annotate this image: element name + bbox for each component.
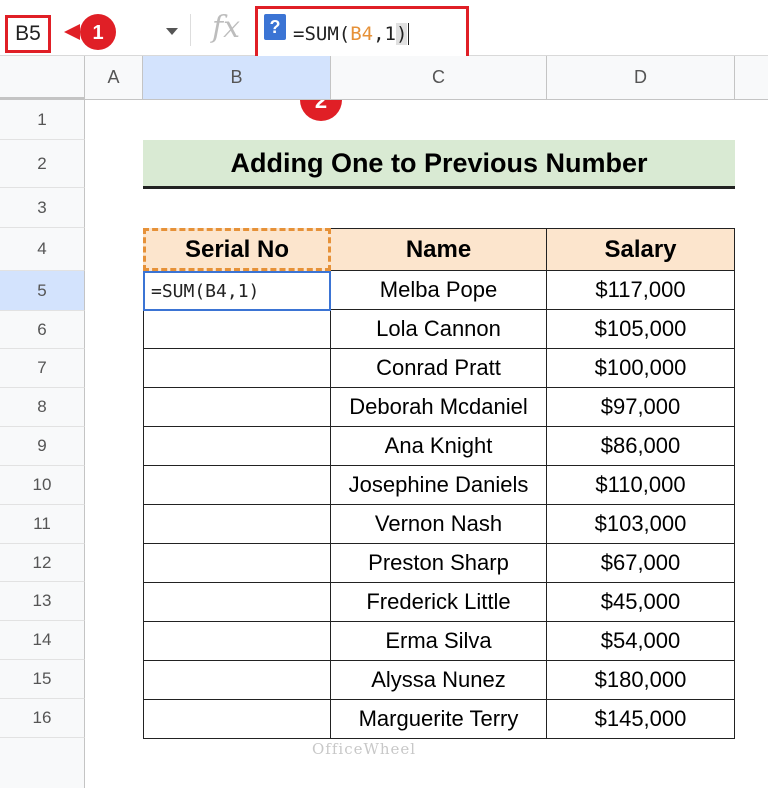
serial-cell[interactable]: [143, 310, 331, 349]
salary-cell[interactable]: $145,000: [547, 700, 735, 739]
name-cell[interactable]: Ana Knight: [331, 427, 547, 466]
salary-cell[interactable]: $117,000: [547, 271, 735, 310]
salary-cell[interactable]: $180,000: [547, 661, 735, 700]
row-header-filler: [0, 738, 85, 788]
row-header-9[interactable]: 9: [0, 427, 85, 466]
serial-cell[interactable]: [143, 466, 331, 505]
name-cell[interactable]: Preston Sharp: [331, 544, 547, 583]
text-cursor: ​: [408, 23, 410, 45]
name-box[interactable]: B5: [5, 15, 51, 53]
row-header-13[interactable]: 13: [0, 582, 85, 621]
serial-cell[interactable]: [143, 661, 331, 700]
formula-separator: ,1: [373, 23, 396, 45]
name-cell[interactable]: Marguerite Terry: [331, 700, 547, 739]
salary-cell[interactable]: $97,000: [547, 388, 735, 427]
header-salary[interactable]: Salary: [547, 228, 735, 271]
salary-cell[interactable]: $110,000: [547, 466, 735, 505]
column-header-e[interactable]: [735, 56, 768, 100]
row-header-14[interactable]: 14: [0, 621, 85, 660]
divider: [190, 14, 191, 46]
name-cell[interactable]: Lola Cannon: [331, 310, 547, 349]
row-header-16[interactable]: 16: [0, 699, 85, 738]
serial-cell[interactable]: [143, 505, 331, 544]
header-name[interactable]: Name: [331, 228, 547, 271]
formula-prefix: =SUM(: [293, 23, 351, 45]
formula-reference: B4: [350, 23, 374, 45]
callout-1-badge: 1: [64, 14, 116, 50]
serial-cell[interactable]: [143, 622, 331, 661]
row-header-15[interactable]: 15: [0, 660, 85, 699]
name-cell[interactable]: Melba Pope: [331, 271, 547, 310]
sheet-title: Adding One to Previous Number: [143, 140, 735, 189]
salary-cell[interactable]: $105,000: [547, 310, 735, 349]
name-box-dropdown-icon[interactable]: [166, 28, 178, 35]
row-header-7[interactable]: 7: [0, 349, 85, 388]
row-header-1[interactable]: 1: [0, 100, 85, 140]
serial-cell[interactable]: [143, 700, 331, 739]
name-cell[interactable]: Josephine Daniels: [331, 466, 547, 505]
fx-icon: fx: [212, 10, 241, 45]
salary-cell[interactable]: $67,000: [547, 544, 735, 583]
salary-cell[interactable]: $45,000: [547, 583, 735, 622]
column-header-c[interactable]: C: [331, 56, 547, 100]
salary-cell[interactable]: $100,000: [547, 349, 735, 388]
help-icon[interactable]: ?: [264, 14, 286, 40]
row-header-4[interactable]: 4: [0, 228, 85, 271]
column-header-b[interactable]: B: [143, 56, 331, 100]
select-all-corner[interactable]: [0, 56, 85, 100]
name-cell[interactable]: Conrad Pratt: [331, 349, 547, 388]
name-cell[interactable]: Frederick Little: [331, 583, 547, 622]
serial-cell[interactable]: [143, 544, 331, 583]
header-serial-no[interactable]: Serial No: [143, 228, 331, 271]
salary-cell[interactable]: $54,000: [547, 622, 735, 661]
serial-cell[interactable]: [143, 349, 331, 388]
formula-input[interactable]: =SUM(B4,1)​: [293, 23, 410, 45]
column-header-d[interactable]: D: [547, 56, 735, 100]
name-cell[interactable]: Alyssa Nunez: [331, 661, 547, 700]
row-header-6[interactable]: 6: [0, 311, 85, 349]
row-header-12[interactable]: 12: [0, 544, 85, 582]
callout-1-label: 1: [92, 22, 103, 44]
row-header-10[interactable]: 10: [0, 466, 85, 505]
salary-cell[interactable]: $86,000: [547, 427, 735, 466]
name-cell[interactable]: Deborah Mcdaniel: [331, 388, 547, 427]
name-cell[interactable]: Erma Silva: [331, 622, 547, 661]
column-header-a[interactable]: A: [85, 56, 143, 100]
serial-cell[interactable]: [143, 388, 331, 427]
watermark: OfficeWheel: [312, 740, 417, 758]
row-header-5[interactable]: 5: [0, 271, 85, 311]
salary-cell[interactable]: $103,000: [547, 505, 735, 544]
row-header-11[interactable]: 11: [0, 505, 85, 544]
row-header-8[interactable]: 8: [0, 388, 85, 427]
row-header-2[interactable]: 2: [0, 140, 85, 188]
serial-cell[interactable]: [143, 583, 331, 622]
row-header-3[interactable]: 3: [0, 188, 85, 228]
name-cell[interactable]: Vernon Nash: [331, 505, 547, 544]
active-cell-editor[interactable]: =SUM(B4,1): [143, 271, 331, 311]
serial-cell[interactable]: [143, 427, 331, 466]
formula-close: ): [395, 23, 408, 45]
